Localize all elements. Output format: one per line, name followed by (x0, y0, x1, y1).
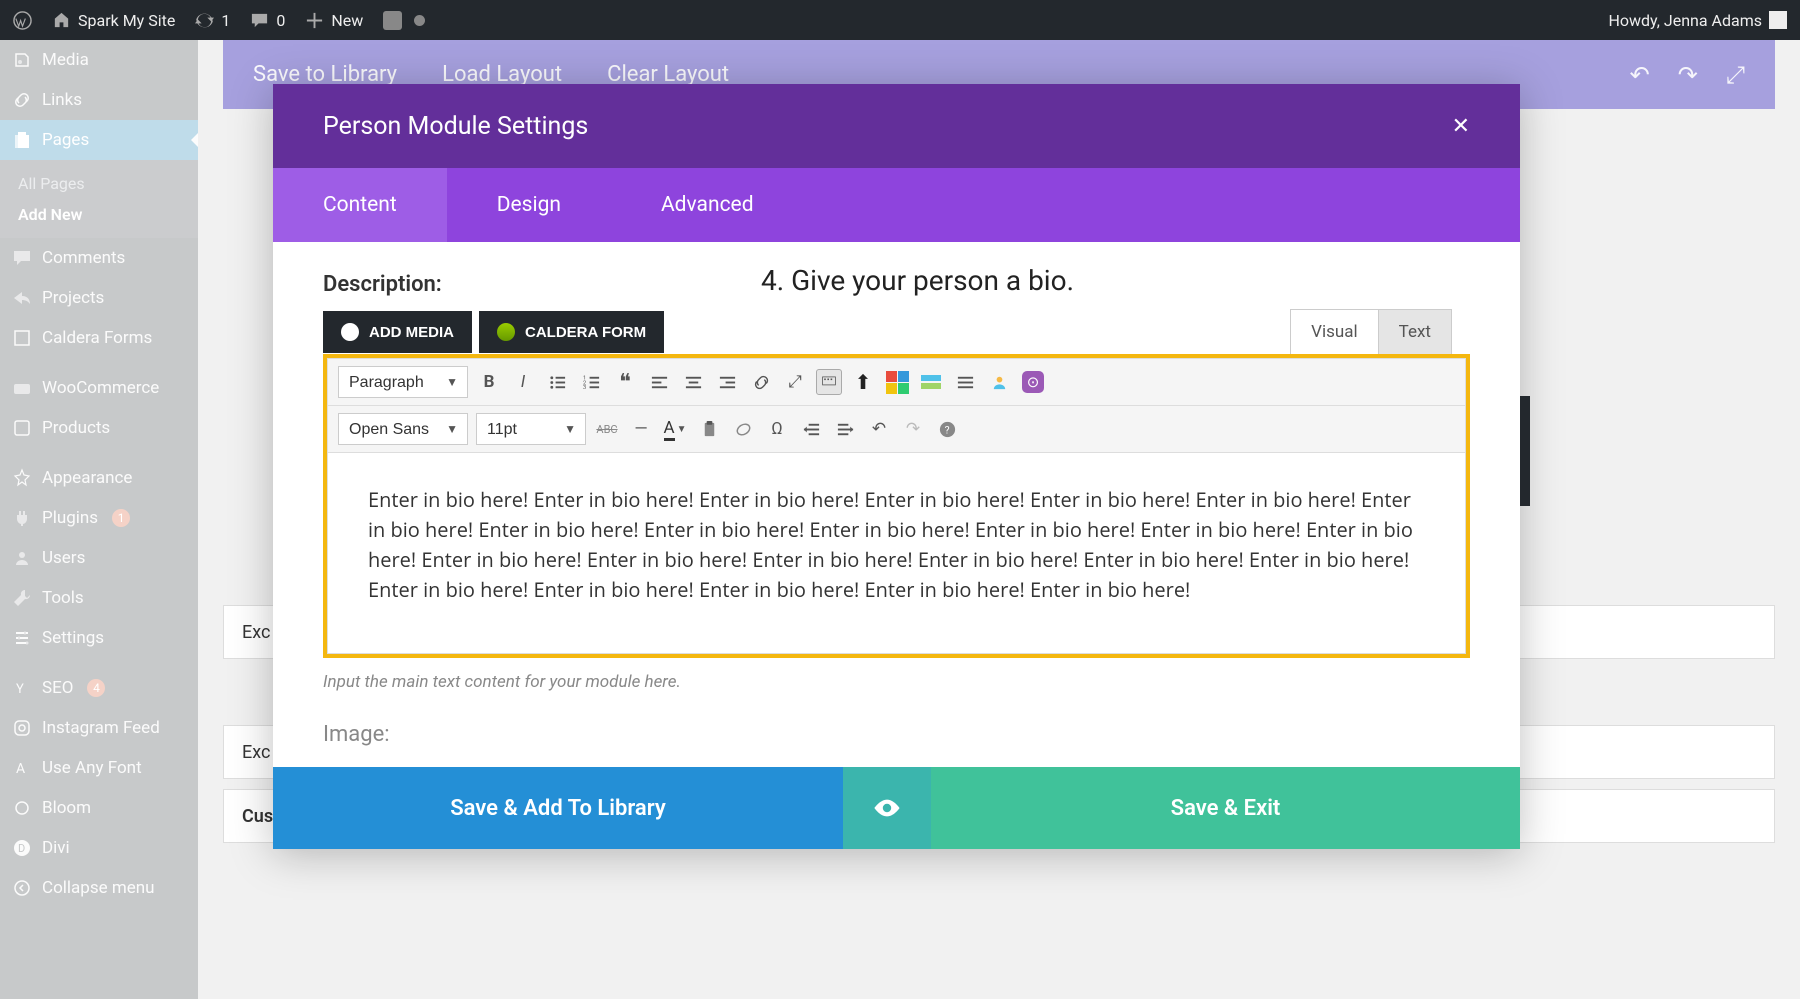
sidebar-item-bloom[interactable]: Bloom (0, 788, 198, 828)
greeting[interactable]: Howdy, Jenna Adams (1603, 11, 1792, 30)
close-icon[interactable]: ✕ (1452, 114, 1470, 139)
sidebar-item-instagram[interactable]: Instagram Feed (0, 708, 198, 748)
sidebar-item-caldera[interactable]: Caldera Forms (0, 318, 198, 358)
sidebar-item-font[interactable]: AUse Any Font (0, 748, 198, 788)
sidebar-item-media[interactable]: Media (0, 40, 198, 80)
modal-footer: Save & Add To Library Save & Exit (273, 767, 1520, 849)
admin-sidebar: Media Links Pages All Pages Add New Comm… (0, 40, 198, 999)
editor-toolbar-1: Paragraph B I 123 ❝ ⤢ ⬆︎ (328, 359, 1465, 406)
table-icon[interactable] (884, 369, 910, 395)
comments[interactable]: 0 (245, 11, 290, 30)
shortcode-icon[interactable]: ⊙ (1020, 369, 1046, 395)
svg-text:Y: Y (16, 682, 24, 697)
special-char-icon[interactable]: Ω (764, 416, 790, 442)
align-left-icon[interactable] (646, 369, 672, 395)
save-add-library-button[interactable]: Save & Add To Library (273, 767, 843, 849)
tab-content[interactable]: Content (273, 168, 447, 242)
content-area: Save to Library Load Layout Clear Layout… (198, 40, 1800, 999)
sidebar-item-plugins[interactable]: Plugins1 (0, 498, 198, 538)
scroll-handle[interactable] (1520, 396, 1530, 506)
clear-format-icon[interactable] (730, 416, 756, 442)
italic-icon[interactable]: I (510, 369, 536, 395)
fullscreen-icon[interactable]: ⤢ (782, 369, 808, 395)
instruction-text: 4. Give your person a bio. (761, 264, 1074, 297)
format-select[interactable]: Paragraph (338, 366, 468, 398)
sidebar-submenu-pages: All Pages Add New (0, 160, 198, 238)
svg-text:D: D (18, 842, 25, 855)
modal-title: Person Module Settings (323, 112, 588, 141)
sidebar-item-products[interactable]: Products (0, 408, 198, 448)
sidebar-item-divi[interactable]: DDivi (0, 828, 198, 868)
bio-editor[interactable]: Enter in bio here! Enter in bio here! En… (328, 453, 1465, 653)
align-right-icon[interactable] (714, 369, 740, 395)
sidebar-item-tools[interactable]: Tools (0, 578, 198, 618)
person-module-modal: Person Module Settings ✕ Content Design … (273, 84, 1520, 849)
divider-color-icon[interactable] (918, 369, 944, 395)
avatar (1769, 11, 1787, 29)
editor-tab-text[interactable]: Text (1378, 309, 1452, 354)
undo-icon[interactable]: ↶ (866, 416, 892, 442)
expand-icon[interactable]: ⤢ (1726, 61, 1745, 89)
field-hint: Input the main text content for your mod… (323, 672, 1470, 692)
bullet-list-icon[interactable] (544, 369, 570, 395)
sidebar-item-woocommerce[interactable]: WooCommerce (0, 368, 198, 408)
align-center-icon[interactable] (680, 369, 706, 395)
sidebar-item-pages[interactable]: Pages (0, 120, 198, 160)
font-size-select[interactable]: 11pt (476, 413, 586, 445)
preview-button[interactable] (843, 767, 931, 849)
modal-tabs: Content Design Advanced (273, 168, 1520, 242)
image-field-label: Image: (323, 722, 1470, 747)
sidebar-item-comments[interactable]: Comments (0, 238, 198, 278)
svg-text:?: ? (944, 423, 949, 436)
wp-logo[interactable] (8, 11, 37, 30)
yoast-indicator[interactable] (378, 11, 430, 30)
tab-design[interactable]: Design (447, 168, 611, 242)
blockquote-icon[interactable]: ❝ (612, 369, 638, 395)
strikethrough-icon[interactable]: ABC (594, 416, 620, 442)
editor-toolbar-2: Open Sans 11pt ABC — A ▼ Ω ↶ ↷ (328, 406, 1465, 453)
sidebar-item-projects[interactable]: Projects (0, 278, 198, 318)
font-family-select[interactable]: Open Sans (338, 413, 468, 445)
svg-text:A: A (16, 761, 25, 777)
link-icon[interactable] (748, 369, 774, 395)
caldera-form-button[interactable]: CALDERA FORM (479, 311, 664, 353)
outdent-icon[interactable] (798, 416, 824, 442)
caldera-icon (497, 323, 515, 341)
help-icon[interactable]: ? (934, 416, 960, 442)
redo-icon[interactable]: ↷ (1678, 61, 1698, 89)
number-list-icon[interactable]: 123 (578, 369, 604, 395)
align-justify-icon[interactable] (952, 369, 978, 395)
redo-icon[interactable]: ↷ (900, 416, 926, 442)
editor-highlight: Paragraph B I 123 ❝ ⤢ ⬆︎ (323, 354, 1470, 658)
bold-icon[interactable]: B (476, 369, 502, 395)
submenu-add-new[interactable]: Add New (18, 199, 186, 230)
editor-tab-visual[interactable]: Visual (1290, 309, 1377, 354)
undo-icon[interactable]: ↶ (1630, 61, 1650, 89)
wp-adminbar: Spark My Site 1 0 New Howdy, Jenna Adams (0, 0, 1800, 40)
site-name[interactable]: Spark My Site (47, 11, 180, 30)
sidebar-collapse[interactable]: Collapse menu (0, 868, 198, 908)
toolbar-toggle-icon[interactable] (816, 369, 842, 395)
text-color-icon[interactable]: A ▼ (662, 416, 688, 442)
insert-icon[interactable]: ⬆︎ (850, 369, 876, 395)
sidebar-item-users[interactable]: Users (0, 538, 198, 578)
camera-icon (341, 323, 359, 341)
paste-icon[interactable] (696, 416, 722, 442)
add-media-button[interactable]: ADD MEDIA (323, 311, 472, 353)
svg-text:3: 3 (582, 385, 585, 391)
modal-header: Person Module Settings ✕ (273, 84, 1520, 168)
sidebar-item-seo[interactable]: YSEO4 (0, 668, 198, 708)
sidebar-item-appearance[interactable]: Appearance (0, 458, 198, 498)
save-exit-button[interactable]: Save & Exit (931, 767, 1520, 849)
submenu-all-pages[interactable]: All Pages (18, 168, 186, 199)
sidebar-item-links[interactable]: Links (0, 80, 198, 120)
updates[interactable]: 1 (190, 11, 235, 30)
new[interactable]: New (300, 11, 368, 30)
tab-advanced[interactable]: Advanced (611, 168, 804, 242)
indent-icon[interactable] (832, 416, 858, 442)
hr-icon[interactable]: — (628, 416, 654, 442)
sidebar-item-settings[interactable]: Settings (0, 618, 198, 658)
user-icon[interactable] (986, 369, 1012, 395)
